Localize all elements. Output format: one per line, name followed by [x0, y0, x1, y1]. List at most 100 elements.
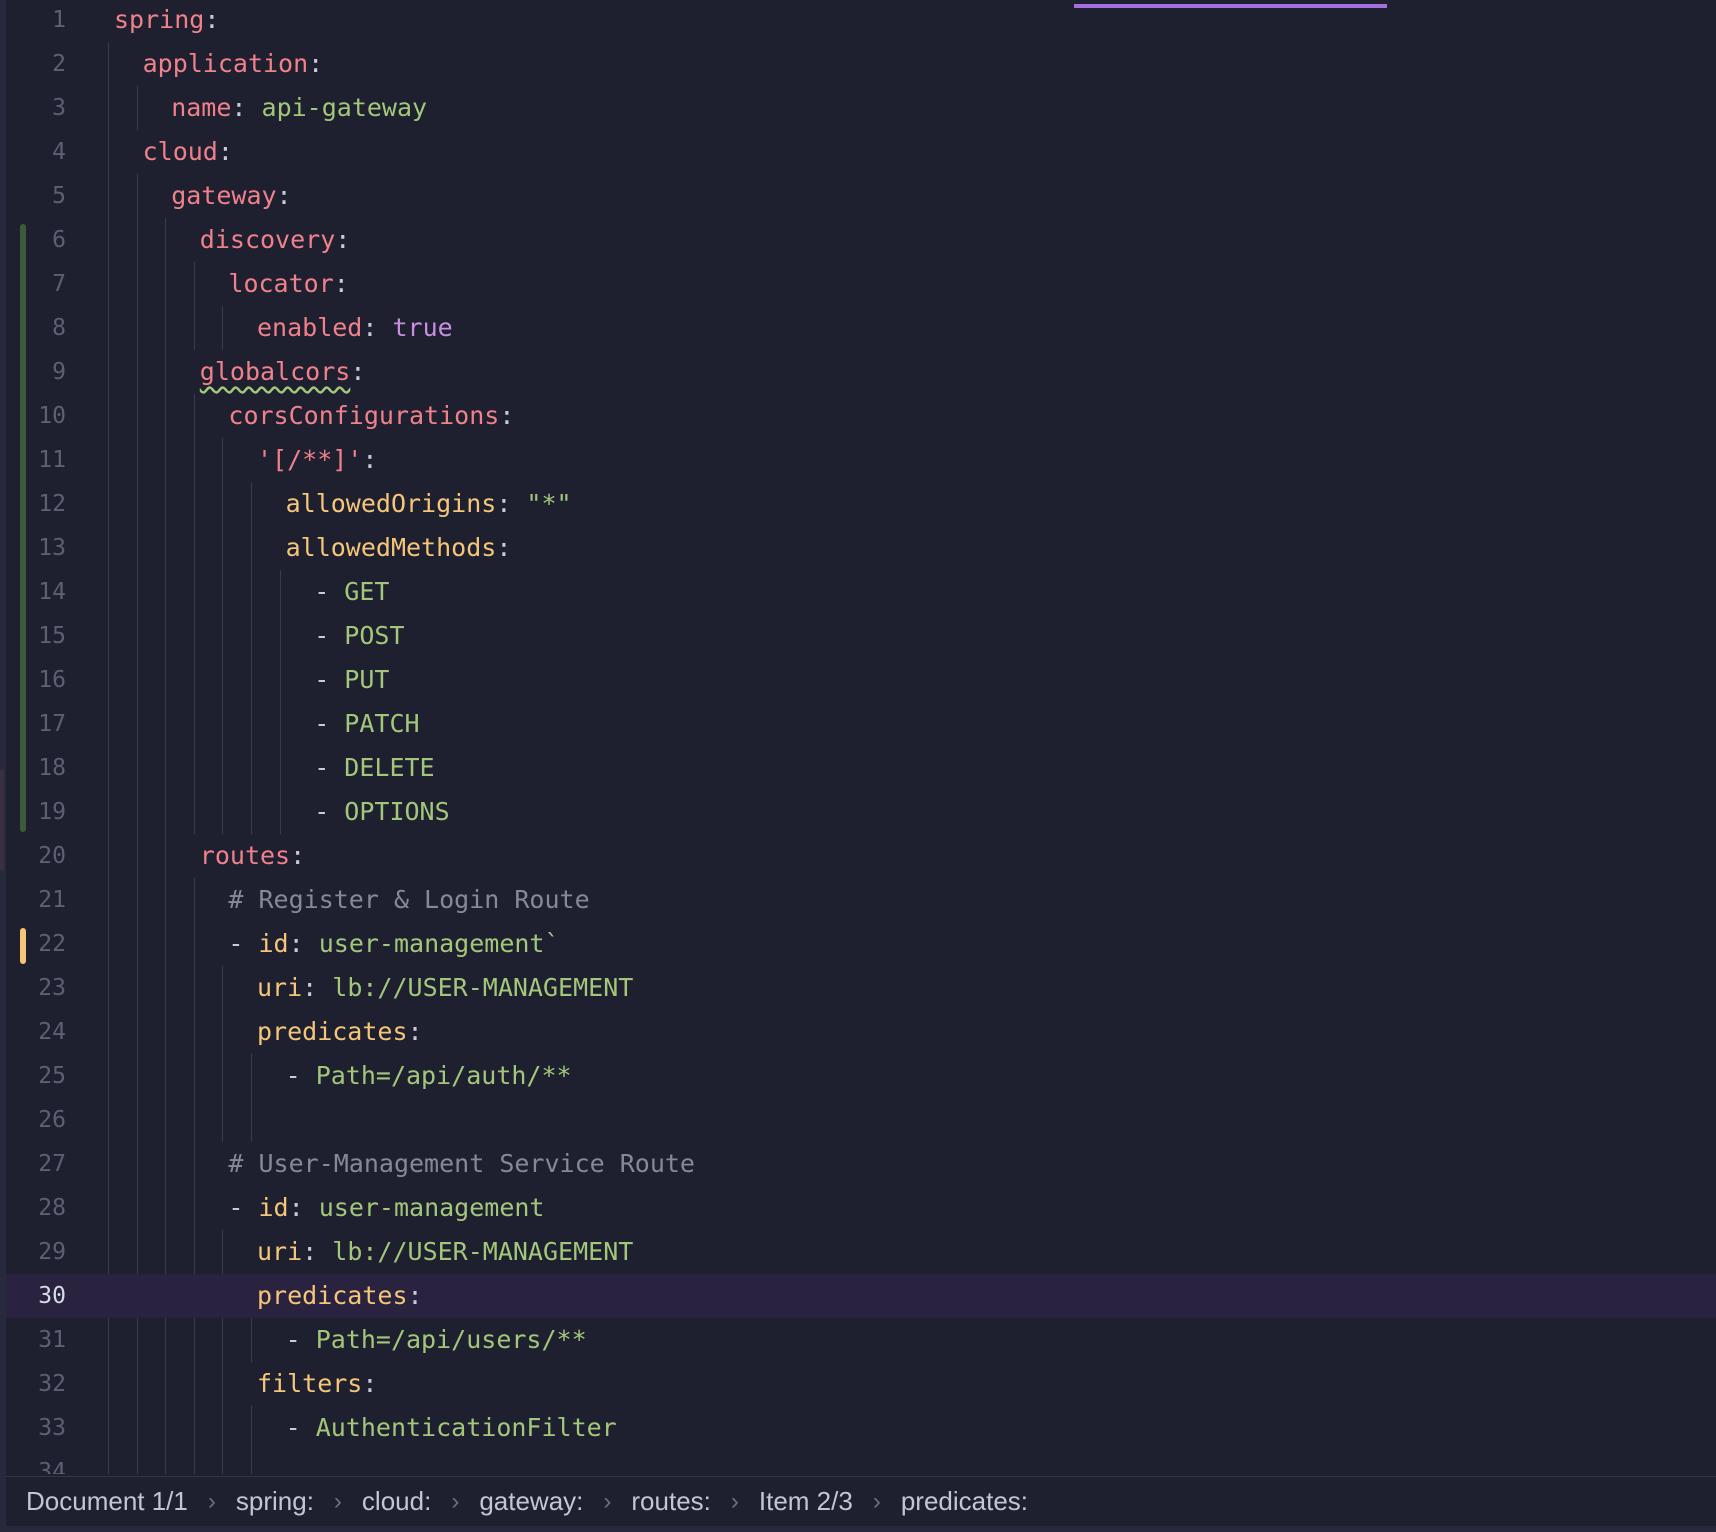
breadcrumb-routes[interactable]: routes:	[631, 1486, 711, 1517]
breadcrumb-predicates[interactable]: predicates:	[901, 1486, 1028, 1517]
line-number[interactable]: 14	[6, 570, 66, 614]
line-number[interactable]: 15	[6, 614, 66, 658]
line-number[interactable]: 10	[6, 394, 66, 438]
code-text[interactable]: predicates:	[257, 1010, 423, 1054]
code-line[interactable]: 18 - DELETE	[6, 746, 1716, 790]
code-line[interactable]: 32 filters:	[6, 1362, 1716, 1406]
code-line[interactable]: 20 routes:	[6, 834, 1716, 878]
breadcrumb-gateway[interactable]: gateway:	[479, 1486, 583, 1517]
line-number[interactable]: 21	[6, 878, 66, 922]
code-line[interactable]: 19 - OPTIONS	[6, 790, 1716, 834]
code-line[interactable]: 26	[6, 1098, 1716, 1142]
code-text[interactable]: - id: user-management	[228, 1186, 544, 1230]
code-line[interactable]: 1 spring:	[6, 4, 1716, 42]
code-text[interactable]: - AuthenticationFilter	[286, 1406, 617, 1450]
line-number[interactable]: 11	[6, 438, 66, 482]
code-text[interactable]: - DELETE	[314, 746, 434, 790]
line-number[interactable]: 25	[6, 1054, 66, 1098]
code-line[interactable]: 15 - POST	[6, 614, 1716, 658]
code-line[interactable]: 23 uri: lb://USER-MANAGEMENT	[6, 966, 1716, 1010]
line-number[interactable]: 13	[6, 526, 66, 570]
code-line[interactable]: 4 cloud:	[6, 130, 1716, 174]
code-line[interactable]: 2 application:	[6, 42, 1716, 86]
code-text[interactable]: locator:	[228, 262, 348, 306]
code-editor[interactable]: 1 spring: 2 application: 3 name: api-gateway 4…	[6, 4, 1716, 1474]
line-number[interactable]: 33	[6, 1406, 66, 1450]
code-text[interactable]: corsConfigurations:	[228, 394, 514, 438]
code-line[interactable]: 11 '[/**]':	[6, 438, 1716, 482]
line-number[interactable]: 30	[6, 1274, 66, 1318]
code-text[interactable]: uri: lb://USER-MANAGEMENT	[257, 1230, 633, 1274]
code-line[interactable]: 28 - id: user-management	[6, 1186, 1716, 1230]
code-line[interactable]: 8 enabled: true	[6, 306, 1716, 350]
code-line[interactable]: 10 corsConfigurations:	[6, 394, 1716, 438]
breadcrumb-item[interactable]: Item 2/3	[759, 1486, 853, 1517]
code-line[interactable]: 29 uri: lb://USER-MANAGEMENT	[6, 1230, 1716, 1274]
line-number[interactable]: 6	[6, 218, 66, 262]
line-number[interactable]: 8	[6, 306, 66, 350]
code-line[interactable]: 27 # User-Management Service Route	[6, 1142, 1716, 1186]
breadcrumb-document[interactable]: Document 1/1	[26, 1486, 188, 1517]
code-line[interactable]: 5 gateway:	[6, 174, 1716, 218]
code-text[interactable]: # User-Management Service Route	[228, 1142, 695, 1186]
line-number[interactable]: 19	[6, 790, 66, 834]
code-text[interactable]: predicates:	[257, 1274, 423, 1318]
line-number[interactable]: 3	[6, 86, 66, 130]
line-number[interactable]: 2	[6, 42, 66, 86]
code-text[interactable]: uri: lb://USER-MANAGEMENT	[257, 966, 633, 1010]
line-number[interactable]: 31	[6, 1318, 66, 1362]
code-text[interactable]: - Path=/api/users/**	[286, 1318, 587, 1362]
code-line[interactable]: 21 # Register & Login Route	[6, 878, 1716, 922]
code-line[interactable]: 9 globalcors:	[6, 350, 1716, 394]
code-line[interactable]: 22 - id: user-management`	[6, 922, 1716, 966]
line-number[interactable]: 34	[6, 1450, 66, 1474]
line-number[interactable]: 17	[6, 702, 66, 746]
line-number[interactable]: 12	[6, 482, 66, 526]
line-number[interactable]: 5	[6, 174, 66, 218]
line-number[interactable]: 18	[6, 746, 66, 790]
line-number[interactable]: 24	[6, 1010, 66, 1054]
code-line[interactable]: 24 predicates:	[6, 1010, 1716, 1054]
code-line[interactable]: 6 discovery:	[6, 218, 1716, 262]
breadcrumb-spring[interactable]: spring:	[236, 1486, 314, 1517]
code-line[interactable]: 30 predicates:	[6, 1274, 1716, 1318]
line-number[interactable]: 22	[6, 922, 66, 966]
code-line[interactable]: 12 allowedOrigins: "*"	[6, 482, 1716, 526]
code-text[interactable]: # Register & Login Route	[228, 878, 589, 922]
code-text[interactable]: cloud:	[143, 130, 233, 174]
line-number[interactable]: 23	[6, 966, 66, 1010]
code-text[interactable]: filters:	[257, 1362, 377, 1406]
code-text[interactable]: - Path=/api/auth/**	[286, 1054, 572, 1098]
code-text[interactable]: - POST	[314, 614, 404, 658]
code-text[interactable]: spring:	[114, 4, 219, 42]
line-number[interactable]: 20	[6, 834, 66, 878]
code-text[interactable]: name: api-gateway	[171, 86, 427, 130]
code-text[interactable]: application:	[143, 42, 324, 86]
code-line[interactable]: 16 - PUT	[6, 658, 1716, 702]
code-text[interactable]: - PUT	[314, 658, 389, 702]
line-number[interactable]: 28	[6, 1186, 66, 1230]
code-text[interactable]: enabled: true	[257, 306, 453, 350]
line-number[interactable]: 9	[6, 350, 66, 394]
code-text[interactable]: allowedOrigins: "*"	[286, 482, 572, 526]
code-text[interactable]: discovery:	[200, 218, 351, 262]
vcs-modified-marker[interactable]	[20, 928, 26, 964]
code-text[interactable]: allowedMethods:	[286, 526, 512, 570]
breadcrumb-cloud[interactable]: cloud:	[362, 1486, 431, 1517]
line-number[interactable]: 26	[6, 1098, 66, 1142]
code-text[interactable]: - GET	[314, 570, 389, 614]
code-line[interactable]: 31 - Path=/api/users/**	[6, 1318, 1716, 1362]
code-text[interactable]: - OPTIONS	[314, 790, 449, 834]
code-line[interactable]: 7 locator:	[6, 262, 1716, 306]
code-line[interactable]: 14 - GET	[6, 570, 1716, 614]
code-text[interactable]: '[/**]':	[257, 438, 377, 482]
code-text[interactable]: - id: user-management`	[228, 922, 559, 966]
line-number[interactable]: 27	[6, 1142, 66, 1186]
code-line[interactable]: 33 - AuthenticationFilter	[6, 1406, 1716, 1450]
code-line[interactable]: 25 - Path=/api/auth/**	[6, 1054, 1716, 1098]
code-line[interactable]: 34	[6, 1450, 1716, 1474]
code-line[interactable]: 3 name: api-gateway	[6, 86, 1716, 130]
code-text[interactable]: globalcors:	[200, 350, 366, 394]
code-line[interactable]: 17 - PATCH	[6, 702, 1716, 746]
vcs-added-marker[interactable]	[20, 224, 26, 832]
